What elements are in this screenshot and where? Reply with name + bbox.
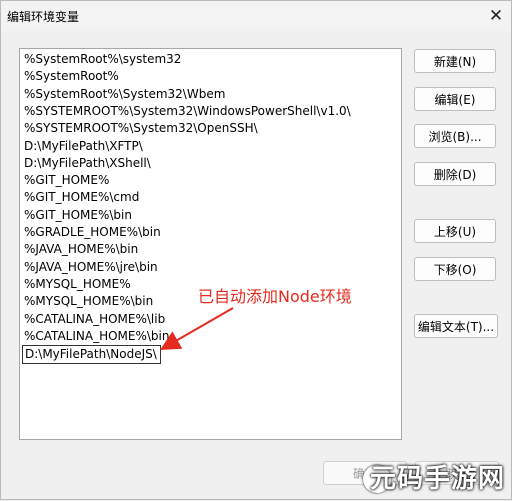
- move-up-button[interactable]: 上移(U): [414, 219, 496, 243]
- watermark: 元码手游网: [369, 464, 505, 494]
- path-item[interactable]: %JAVA_HOME%\bin: [22, 241, 138, 258]
- path-item[interactable]: %JAVA_HOME%\jre\bin: [22, 259, 158, 276]
- path-item[interactable]: D:\MyFilePath\XShell\: [22, 155, 151, 172]
- path-item[interactable]: D:\MyFilePath\XFTP\: [22, 138, 143, 155]
- path-item[interactable]: %GIT_HOME%\bin: [22, 207, 132, 224]
- edit-text-button[interactable]: 编辑文本(T)...: [414, 314, 498, 338]
- path-list[interactable]: %SystemRoot%\system32 %SystemRoot% %System…: [19, 48, 402, 440]
- close-icon[interactable]: ✕: [481, 1, 511, 31]
- path-item[interactable]: %SystemRoot%\System32\Wbem: [22, 86, 225, 103]
- path-item[interactable]: %MYSQL_HOME%: [22, 276, 131, 293]
- path-item-selected[interactable]: D:\MyFilePath\NodeJS\: [22, 345, 161, 365]
- path-item[interactable]: %SystemRoot%: [22, 68, 119, 85]
- path-item[interactable]: %SYSTEMROOT%\System32\WindowsPowerShell\…: [22, 103, 351, 120]
- path-item[interactable]: %CATALINA_HOME%\bin: [22, 328, 169, 345]
- move-down-button[interactable]: 下移(O): [414, 257, 496, 281]
- window-title: 编辑环境变量: [7, 10, 80, 24]
- edit-env-variable-dialog: 编辑环境变量 ✕ %SystemRoot%\system32 %SystemRoo…: [0, 0, 512, 500]
- browse-button[interactable]: 浏览(B)...: [414, 124, 496, 148]
- path-item[interactable]: %SYSTEMROOT%\System32\OpenSSH\: [22, 120, 258, 137]
- path-item[interactable]: %CATALINA_HOME%\lib: [22, 311, 165, 328]
- new-button[interactable]: 新建(N): [414, 49, 496, 73]
- path-item[interactable]: %SystemRoot%\system32: [22, 51, 181, 68]
- path-item[interactable]: %GIT_HOME%: [22, 172, 109, 189]
- path-item[interactable]: %GRADLE_HOME%\bin: [22, 224, 161, 241]
- annotation-label: 已自动添加Node环境: [198, 287, 352, 306]
- delete-button[interactable]: 删除(D): [414, 162, 496, 186]
- path-item[interactable]: %GIT_HOME%\cmd: [22, 189, 139, 206]
- title-bar: 编辑环境变量 ✕: [1, 1, 511, 31]
- path-item[interactable]: %MYSQL_HOME%\bin: [22, 293, 153, 310]
- edit-button[interactable]: 编辑(E): [414, 87, 496, 111]
